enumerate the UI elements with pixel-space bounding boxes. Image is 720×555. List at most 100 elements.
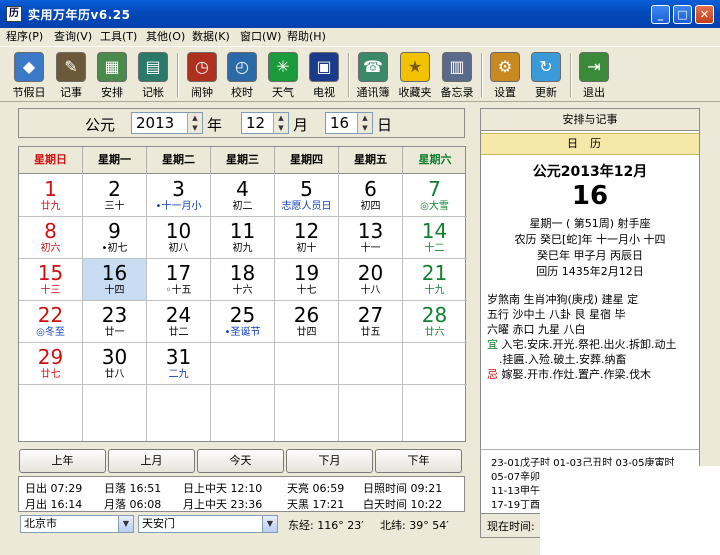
down-arrow-icon[interactable]: ▼: [358, 123, 372, 133]
lunar-date: 初六: [40, 243, 61, 254]
menu-tools[interactable]: 工具(T): [98, 29, 139, 45]
spinner-arrows[interactable]: ▲ ▼: [357, 113, 372, 133]
chevron-down-icon[interactable]: ▼: [262, 516, 277, 532]
sun-moon-info: 日出 07:29 日落 16:51 日上中天 12:10 天亮 06:59 日照…: [18, 476, 465, 512]
month-spinner[interactable]: 12 ▲ ▼: [241, 112, 289, 134]
prev-year-button[interactable]: 上年: [19, 449, 106, 473]
lunar-date: 二九: [168, 369, 189, 380]
next-year-button[interactable]: 下年: [375, 449, 462, 473]
notes-button[interactable]: ✎ 记事: [50, 50, 92, 100]
spinner-arrows[interactable]: ▲ ▼: [187, 113, 202, 133]
chevron-down-icon[interactable]: ▼: [118, 516, 133, 532]
day-cell[interactable]: 1 廿九: [19, 175, 83, 217]
settings-button[interactable]: ⚙ 设置: [484, 50, 526, 100]
ledger-button[interactable]: ▤ 记帐: [132, 50, 174, 100]
day-cell[interactable]: 5 志愿人员日: [275, 175, 339, 217]
day-cell[interactable]: 21 十九: [403, 259, 467, 301]
day-cell[interactable]: 8 初六: [19, 217, 83, 259]
almanac-line: 岁煞南 生肖冲狗(庚戌) 建星 定: [487, 293, 639, 306]
spinner-arrows[interactable]: ▲ ▼: [273, 113, 288, 133]
menu-program[interactable]: 程序(P): [4, 29, 45, 45]
alarm-button[interactable]: ◷ 闹钟: [181, 50, 223, 100]
day-cell[interactable]: 24 廿二: [147, 301, 211, 343]
schedule-button[interactable]: ▦ 安排: [91, 50, 133, 100]
day-number: 7: [428, 177, 441, 201]
sync-time-button[interactable]: ◴ 校时: [221, 50, 263, 100]
day-cell[interactable]: 16 十四: [83, 259, 147, 301]
day-cell[interactable]: 11 初九: [211, 217, 275, 259]
year-spinner[interactable]: 2013 ▲ ▼: [131, 112, 203, 134]
day-cell[interactable]: 27 廿五: [339, 301, 403, 343]
day-cell[interactable]: 20 十八: [339, 259, 403, 301]
day-cell[interactable]: 13 十一: [339, 217, 403, 259]
down-arrow-icon[interactable]: ▼: [274, 123, 288, 133]
day-cell[interactable]: 22 ◎冬至: [19, 301, 83, 343]
menu-other[interactable]: 其他(O): [144, 29, 187, 45]
day-number: 14: [421, 219, 448, 243]
day-cell[interactable]: 18 十六: [211, 259, 275, 301]
day-cell[interactable]: 31 二九: [147, 343, 211, 385]
memo-button[interactable]: ▥ 备忘录: [436, 50, 478, 100]
up-arrow-icon[interactable]: ▲: [358, 113, 372, 123]
holiday-button[interactable]: ◆ 节假日: [8, 50, 50, 100]
day-cell[interactable]: 28 廿六: [403, 301, 467, 343]
lunar-date: 廿九: [40, 201, 61, 212]
day-cell[interactable]: 26 廿四: [275, 301, 339, 343]
day-spinner[interactable]: 16 ▲ ▼: [325, 112, 373, 134]
lunar-date: 十一: [360, 243, 381, 254]
empty-cell: [147, 385, 211, 441]
day-cell[interactable]: 2 三十: [83, 175, 147, 217]
panel-title[interactable]: 安排与记事: [481, 109, 699, 131]
day-cell[interactable]: 12 初十: [275, 217, 339, 259]
day-cell[interactable]: 6 初四: [339, 175, 403, 217]
close-button[interactable]: ✕: [695, 5, 714, 24]
next-month-button[interactable]: 下月: [286, 449, 373, 473]
exit-button[interactable]: ⇥ 退出: [573, 50, 615, 100]
day-cell[interactable]: 25 •圣诞节: [211, 301, 275, 343]
day-number: 25: [229, 303, 256, 327]
day-cell[interactable]: 7 ◎大雪: [403, 175, 467, 217]
tab-calendar[interactable]: 日历: [481, 133, 699, 155]
settings-icon: ⚙: [490, 52, 520, 82]
down-arrow-icon[interactable]: ▼: [188, 123, 202, 133]
city-select[interactable]: 北京市 ▼: [20, 515, 134, 533]
month-unit: 月: [293, 116, 309, 134]
day-cell[interactable]: 23 廿一: [83, 301, 147, 343]
day-cell[interactable]: 17 ◦十五: [147, 259, 211, 301]
weekday-sat: 星期六: [418, 153, 452, 166]
lunar-date: 初二: [232, 201, 253, 212]
day-cell[interactable]: 15 十三: [19, 259, 83, 301]
menu-data[interactable]: 数据(K): [190, 29, 232, 45]
maximize-button[interactable]: □: [673, 5, 692, 24]
up-arrow-icon[interactable]: ▲: [274, 113, 288, 123]
lunar-date: 十二: [424, 243, 445, 254]
lunar-date: 廿四: [296, 327, 317, 338]
phone-book-button[interactable]: ☎ 通讯簿: [352, 50, 394, 100]
almanac-yi: 宜 入宅.安床.开光.祭祀.出火.拆卸.动土: [487, 338, 677, 351]
day-cell[interactable]: 30 廿八: [83, 343, 147, 385]
weekday-fri: 星期五: [339, 147, 403, 174]
day-cell[interactable]: 4 初二: [211, 175, 275, 217]
prev-month-button[interactable]: 上月: [108, 449, 195, 473]
place-select[interactable]: 天安门 ▼: [138, 515, 278, 533]
today-button[interactable]: 今天: [197, 449, 284, 473]
day-cell[interactable]: 9 •初七: [83, 217, 147, 259]
menu-query[interactable]: 查询(V): [52, 29, 94, 45]
day-cell[interactable]: 3 •十一月小: [147, 175, 211, 217]
update-button[interactable]: ↻ 更新: [525, 50, 567, 100]
tv-button[interactable]: ▣ 电视: [303, 50, 345, 100]
up-arrow-icon[interactable]: ▲: [188, 113, 202, 123]
day-cell[interactable]: 10 初八: [147, 217, 211, 259]
panel-month-header: 公元2013年12月: [532, 164, 648, 180]
menu-help[interactable]: 帮助(H): [285, 29, 328, 45]
menu-window[interactable]: 窗口(W): [238, 29, 283, 45]
day-number: 28: [421, 303, 448, 327]
weather-button[interactable]: ✳ 天气: [262, 50, 304, 100]
day-cell[interactable]: 29 廿七: [19, 343, 83, 385]
day-number: 19: [293, 261, 320, 285]
favorites-button[interactable]: ★ 收藏夹: [394, 50, 436, 100]
minimize-button[interactable]: _: [651, 5, 670, 24]
day-cell[interactable]: 19 十七: [275, 259, 339, 301]
update-icon: ↻: [531, 52, 561, 82]
day-cell[interactable]: 14 十二: [403, 217, 467, 259]
